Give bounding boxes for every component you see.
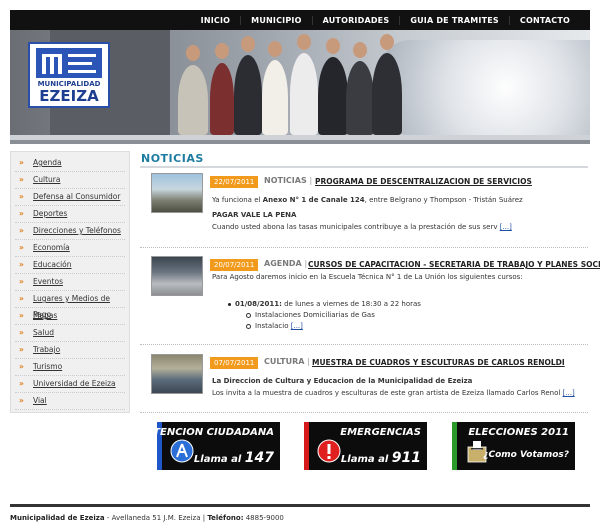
atencion-ciudadana-button[interactable]: ATENCION CIUDADANA Llama al 147 <box>157 422 280 470</box>
nav-contacto[interactable]: CONTACTO <box>508 15 580 25</box>
sidebar-item-trabajo[interactable]: Trabajo <box>15 342 125 359</box>
header-divider-dark <box>10 140 590 144</box>
header-banner-photo: MUNICIPALIDAD EZEIZA <box>10 30 590 135</box>
news-date: 20/07/2011 <box>210 259 259 271</box>
sidebar-item-mapas[interactable]: Mapas <box>15 308 125 325</box>
news-headline-link[interactable]: PROGRAMA DE DESCENTRALIZACION DE SERVICI… <box>315 177 532 186</box>
news-date: 22/07/2011 <box>210 176 259 188</box>
button-title: EMERGENCIAS <box>340 427 421 438</box>
nav-municipio[interactable]: MUNICIPIO <box>240 15 311 25</box>
news-item: 20/07/2011 AGENDA | CURSOS DE CAPACITACI… <box>148 256 600 336</box>
phone-icon <box>170 439 194 463</box>
sidebar-item-direcciones-y-telefonos[interactable]: Direcciones y Teléfonos <box>15 223 125 240</box>
news-category-label: CULTURA <box>264 357 305 366</box>
top-navigation: INICIO MUNICIPIO AUTORIDADES GUIA DE TRA… <box>10 10 590 30</box>
news-item: 07/07/2011 CULTURA | MUESTRA DE CUADROS … <box>148 354 588 404</box>
news-bullet: 01/08/2011: de lunes a viernes de 18:30 … <box>228 300 421 308</box>
news-text: Para Agosto daremos inicio en la Escuela… <box>212 273 523 281</box>
read-more-link[interactable]: [...] <box>563 389 575 397</box>
logo-text-ezeiza: EZEIZA <box>39 87 99 105</box>
emergencias-button[interactable]: EMERGENCIAS Llama al 911 <box>304 422 427 470</box>
sidebar-item-turismo[interactable]: Turismo <box>15 359 125 376</box>
news-category-label: NOTICIAS <box>264 176 307 185</box>
sidebar-item-lugares-y-medios-de-pago[interactable]: Lugares y Medios de Pago <box>15 291 125 319</box>
button-title: ATENCION CIUDADANA <box>157 427 274 438</box>
news-item: 22/07/2011 NOTICIAS | PROGRAMA DE DESCEN… <box>148 173 588 243</box>
sidebar-item-educacion[interactable]: Educación <box>15 257 125 274</box>
news-category: CULTURA | <box>264 357 310 366</box>
municipality-logo[interactable]: MUNICIPALIDAD EZEIZA <box>28 42 110 108</box>
logo-mark-icon <box>36 48 102 78</box>
footer-text: Municipalidad de Ezeiza - Avellaneda 51 … <box>10 514 284 522</box>
section-title: NOTICIAS <box>141 152 204 165</box>
news-thumbnail[interactable] <box>151 256 203 296</box>
nav-inicio[interactable]: INICIO <box>191 16 241 25</box>
news-summary: Los invita a la muestra de cuadros y esc… <box>212 389 575 397</box>
news-sub-bullet: Instalaciones Domiciliarias de Gas <box>246 311 375 319</box>
alert-icon <box>317 439 341 463</box>
news-category: NOTICIAS | <box>264 176 313 185</box>
sidebar-item-deportes[interactable]: Deportes <box>15 206 125 223</box>
sidebar-item-defensa-al-consumidor[interactable]: Defensa al Consumidor <box>15 189 125 206</box>
news-date: 07/07/2011 <box>210 357 259 369</box>
news-thumbnail[interactable] <box>151 173 203 213</box>
news-headline-link[interactable]: CURSOS DE CAPACITACION - SECRETARIA DE T… <box>308 260 600 269</box>
news-category: AGENDA | <box>264 259 308 268</box>
sidebar-item-salud[interactable]: Salud <box>15 325 125 342</box>
read-more-link[interactable]: [...] <box>291 322 303 330</box>
read-more-link[interactable]: [...] <box>500 223 512 231</box>
sidebar-item-economia[interactable]: Economía <box>15 240 125 257</box>
button-subtitle: ¿Como Votamos? <box>483 450 569 460</box>
news-sub-bullet: Instalacio [...] <box>246 322 303 330</box>
news-category-label: AGENDA <box>264 259 302 268</box>
news-thumbnail[interactable] <box>151 354 203 394</box>
button-title: ELECCIONES 2011 <box>468 427 569 438</box>
nav-autoridades[interactable]: AUTORIDADES <box>311 15 400 25</box>
sidebar-item-universidad-de-ezeiza[interactable]: Universidad de Ezeiza <box>15 376 125 393</box>
sidebar-item-vial[interactable]: Vial <box>15 393 125 410</box>
medical-equipment <box>380 40 590 135</box>
button-subtitle: Llama al 911 <box>340 450 421 466</box>
nav-guia-de-tramites[interactable]: GUIA DE TRAMITES <box>399 15 509 25</box>
sidebar-item-eventos[interactable]: Eventos <box>15 274 125 291</box>
button-subtitle: Llama al 147 <box>193 450 274 466</box>
sidebar-item-agenda[interactable]: Agenda <box>15 155 125 172</box>
news-headline-link[interactable]: MUESTRA DE CUADROS Y ESCULTURAS DE CARLO… <box>312 358 565 367</box>
news-subtitle: La Direccion de Cultura y Educacion de l… <box>212 377 473 385</box>
sidebar-menu: Agenda Cultura Defensa al Consumidor Dep… <box>10 151 130 413</box>
news-text: Ya funciona el Anexo N° 1 de Canale 124,… <box>212 196 523 204</box>
sidebar-item-cultura[interactable]: Cultura <box>15 172 125 189</box>
footer-divider <box>10 504 590 507</box>
elecciones-button[interactable]: ELECCIONES 2011 ¿Como Votamos? <box>452 422 575 470</box>
news-summary: Cuando usted abona las tasas municipales… <box>212 223 512 231</box>
news-subtitle: PAGAR VALE LA PENA <box>212 211 297 219</box>
